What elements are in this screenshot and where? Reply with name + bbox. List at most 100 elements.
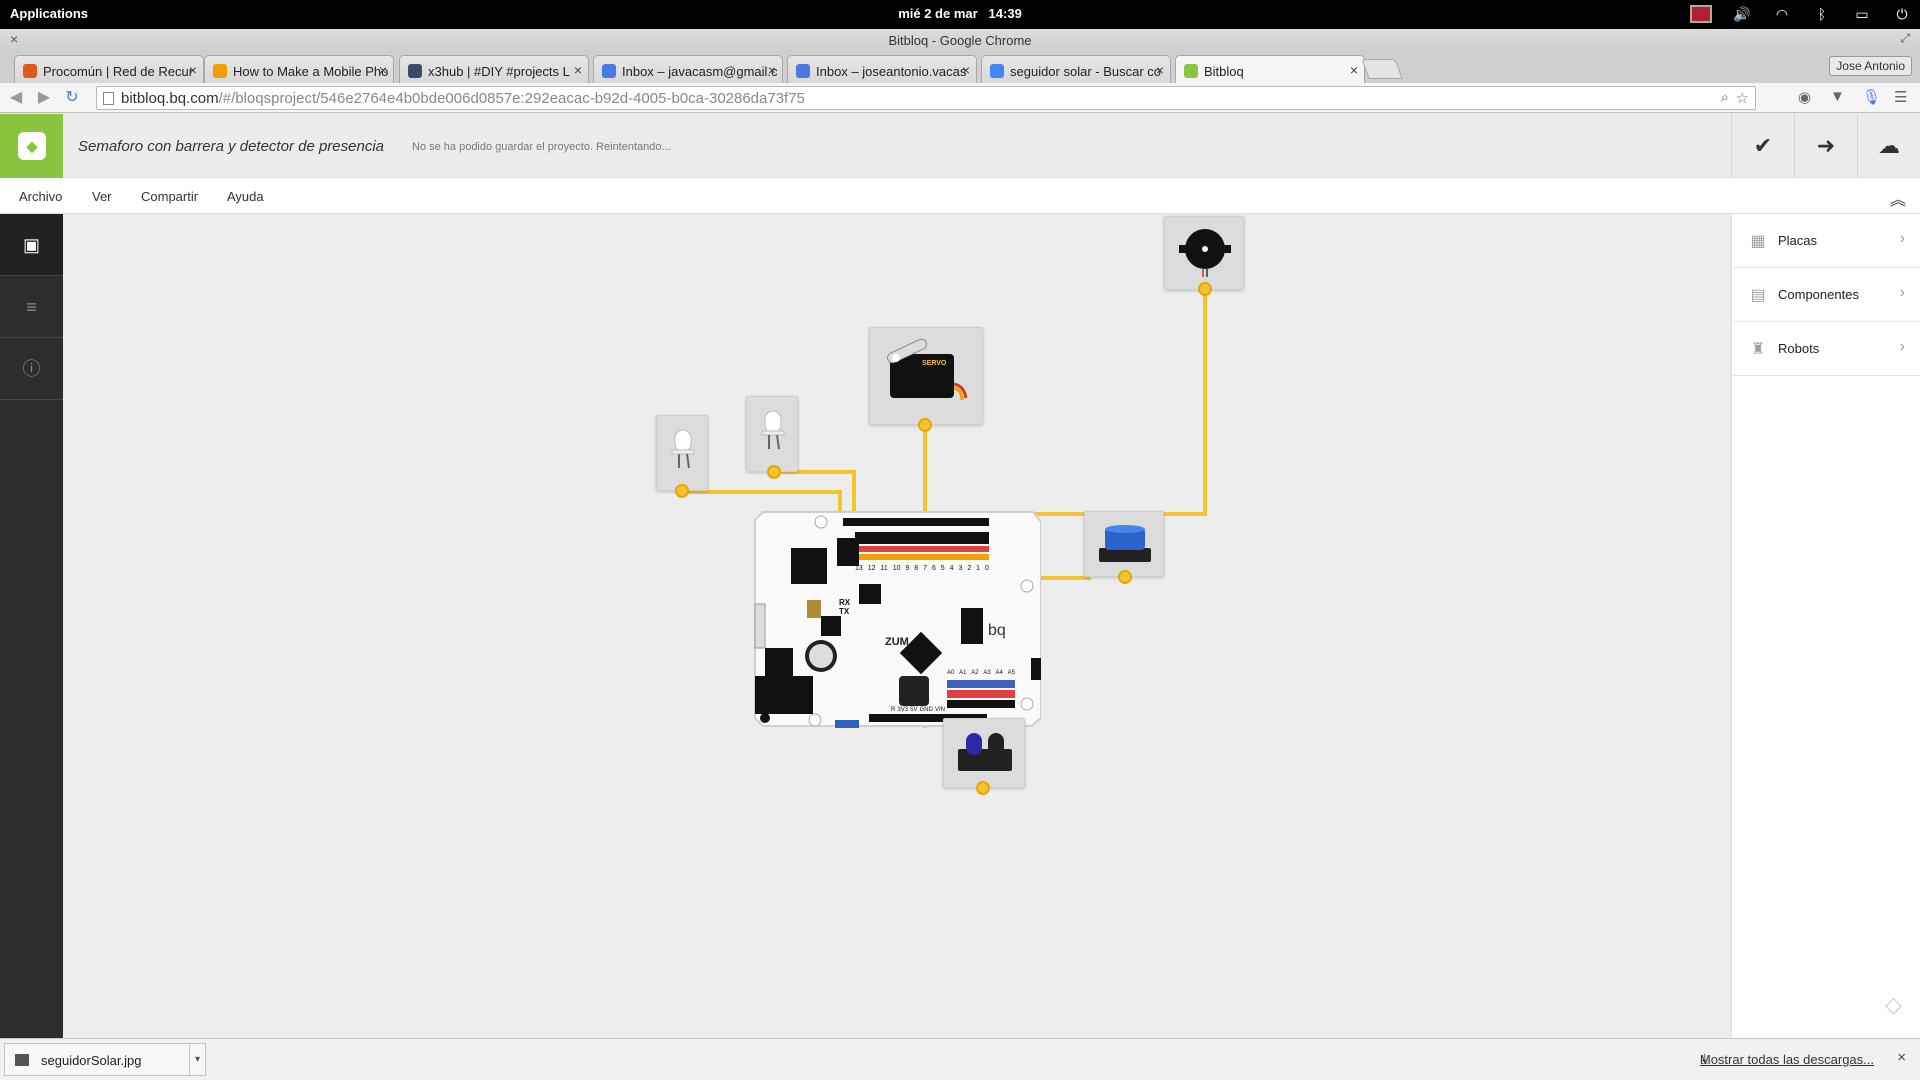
board-name-label: ZUM — [885, 636, 909, 648]
battery-icon[interactable]: ▭ — [1852, 4, 1872, 24]
wire-buzzer — [1203, 290, 1207, 516]
search-icon[interactable]: ⌕ — [1721, 89, 1729, 106]
placas-item[interactable]: ▦ Placas › — [1732, 214, 1920, 268]
led-icon — [761, 410, 785, 450]
hardware-canvas[interactable]: ZUM bq RX TX 13 12 11 10 9 8 7 6 5 4 3 2… — [63, 214, 1731, 1038]
close-tab-icon[interactable]: × — [962, 62, 970, 78]
screen-record-icon[interactable] — [1690, 5, 1712, 23]
servo-icon — [886, 338, 968, 401]
zum-board[interactable]: ZUM bq RX TX 13 12 11 10 9 8 7 6 5 4 3 2… — [751, 508, 1042, 730]
ir-sensor-component[interactable] — [943, 718, 1025, 788]
led-component[interactable] — [746, 396, 798, 472]
chip-icon: ▣ — [22, 235, 40, 255]
tab-how-to-make[interactable]: How to Make a Mobile Pho × — [204, 55, 394, 83]
componentes-label: Componentes — [1778, 287, 1859, 302]
pin-label: A0 — [947, 670, 955, 676]
close-tab-icon[interactable]: × — [1350, 62, 1358, 78]
volume-icon[interactable]: 🔊 — [1732, 4, 1752, 24]
close-tab-icon[interactable]: × — [574, 62, 582, 78]
applications-menu[interactable]: Applications — [10, 6, 88, 21]
power-icon[interactable]: ⏻ — [1892, 4, 1912, 24]
push-button-icon — [1099, 525, 1151, 562]
close-tab-icon[interactable]: × — [1156, 62, 1164, 78]
led-component[interactable] — [656, 415, 708, 491]
button-connector[interactable] — [1118, 570, 1132, 584]
componentes-item[interactable]: ▤ Componentes › — [1732, 268, 1920, 322]
tab-inbox-javacasm[interactable]: Inbox – javacasm@gmail.c × — [593, 55, 783, 83]
button-component[interactable] — [1084, 511, 1164, 577]
bluetooth-icon[interactable]: ᛒ — [1812, 4, 1832, 24]
pin-label: R — [891, 707, 896, 713]
bookmark-star-icon[interactable]: ☆ — [1736, 89, 1749, 107]
chrome-menu-icon[interactable]: ☰ — [1894, 88, 1907, 106]
microphone-icon[interactable]: 🎙 — [1862, 88, 1881, 106]
code-tab[interactable]: ≡ — [0, 276, 63, 338]
close-download-bar-icon[interactable]: × — [1897, 1049, 1906, 1066]
x3hub-favicon-icon — [408, 64, 422, 78]
procomun-favicon-icon — [23, 64, 37, 78]
instructables-favicon-icon — [213, 64, 227, 78]
tab-bitbloq[interactable]: Bitbloq × — [1175, 55, 1365, 83]
led-connector[interactable] — [767, 465, 781, 479]
profile-button[interactable]: Jose Antonio — [1829, 56, 1912, 76]
close-tab-icon[interactable]: × — [379, 62, 387, 78]
pin-label: 11 — [880, 565, 888, 572]
wifi-icon[interactable]: ◠ — [1772, 4, 1792, 24]
url-host: bitbloq.bq.com — [121, 90, 219, 107]
google-favicon-icon — [990, 64, 1004, 78]
back-icon[interactable]: ◀ — [6, 87, 26, 107]
robots-item[interactable]: ♜ Robots › — [1732, 322, 1920, 376]
pin-label: 4 — [949, 565, 954, 572]
hardware-tab[interactable]: ▣ — [0, 214, 63, 276]
led-connector[interactable] — [675, 484, 689, 498]
buzzer-component[interactable] — [1164, 216, 1244, 290]
forward-icon[interactable]: ▶ — [34, 87, 54, 107]
pin-label: 1 — [976, 565, 981, 572]
upload-button[interactable]: ➜ — [1794, 114, 1857, 178]
close-tab-icon[interactable]: × — [189, 62, 197, 78]
reload-icon[interactable]: ↻ — [62, 87, 82, 107]
tab-procomun[interactable]: Procomún | Red de Recur × — [14, 55, 204, 83]
clock[interactable]: mié 2 de mar 14:39 — [0, 6, 1920, 21]
restore-window-icon[interactable]: ⤢ — [1900, 31, 1910, 46]
pin-label: 0 — [985, 565, 989, 572]
menu-archivo[interactable]: Archivo — [19, 189, 62, 204]
verify-button[interactable]: ✔ — [1731, 114, 1794, 178]
cloud-button[interactable]: ☁ — [1857, 114, 1920, 178]
servo-component[interactable]: SERVO — [869, 327, 983, 425]
inbox-favicon-icon — [796, 64, 810, 78]
tab-google-search[interactable]: seguidor solar - Buscar co × — [981, 55, 1171, 83]
url-field[interactable]: bitbloq.bq.com/#/bloqsproject/546e2764e4… — [96, 86, 1756, 110]
bq-logo: bq — [988, 622, 1006, 639]
tab-x3hub[interactable]: x3hub | #DIY #projects L × — [399, 55, 589, 83]
pin-label: A5 — [1007, 670, 1015, 676]
close-tab-icon[interactable]: × — [768, 62, 776, 78]
pin-label: 3 — [958, 565, 963, 572]
servo-label: SERVO — [922, 360, 947, 367]
download-filename: seguidorSolar.jpg — [41, 1053, 142, 1068]
pocket-icon[interactable]: ▼ — [1830, 88, 1845, 105]
led-icon — [671, 429, 695, 469]
extension-icon[interactable]: ◉ — [1798, 88, 1811, 106]
menu-compartir[interactable]: Compartir — [141, 189, 198, 204]
servo-connector[interactable] — [918, 418, 932, 432]
pin-label: 12 — [867, 565, 876, 572]
project-name[interactable]: Semaforo con barrera y detector de prese… — [78, 138, 384, 155]
menu-ayuda[interactable]: Ayuda — [227, 189, 264, 204]
tab-inbox-joseantonio[interactable]: Inbox – joseantonio.vacas × — [787, 55, 977, 83]
download-item[interactable]: seguidorSolar.jpg ▾ — [4, 1043, 206, 1076]
dropdown-arrow-icon[interactable]: ▾ — [189, 1044, 205, 1075]
menu-ver[interactable]: Ver — [92, 189, 112, 204]
analog-pin-labels: A0 A1 A2 A3 A4 A5 — [947, 670, 1015, 676]
bitbloq-logo[interactable]: ◆ — [0, 114, 63, 178]
date-label: mié 2 de mar — [898, 6, 978, 21]
buzzer-connector[interactable] — [1198, 282, 1212, 296]
show-all-downloads-link[interactable]: Mostrar todas las descargas... — [1700, 1052, 1874, 1067]
robot-logo-icon: ◆ — [18, 132, 46, 160]
collapse-chevron-icon[interactable]: ︽ — [1890, 186, 1906, 210]
new-tab-button[interactable] — [1361, 59, 1403, 79]
info-tab[interactable]: ⓘ — [0, 338, 63, 400]
eraser-icon[interactable]: ◇ — [1885, 992, 1902, 1018]
right-panel: ▦ Placas › ▤ Componentes › ♜ Robots › ◇ — [1731, 214, 1920, 1038]
ir-sensor-connector[interactable] — [976, 781, 990, 795]
